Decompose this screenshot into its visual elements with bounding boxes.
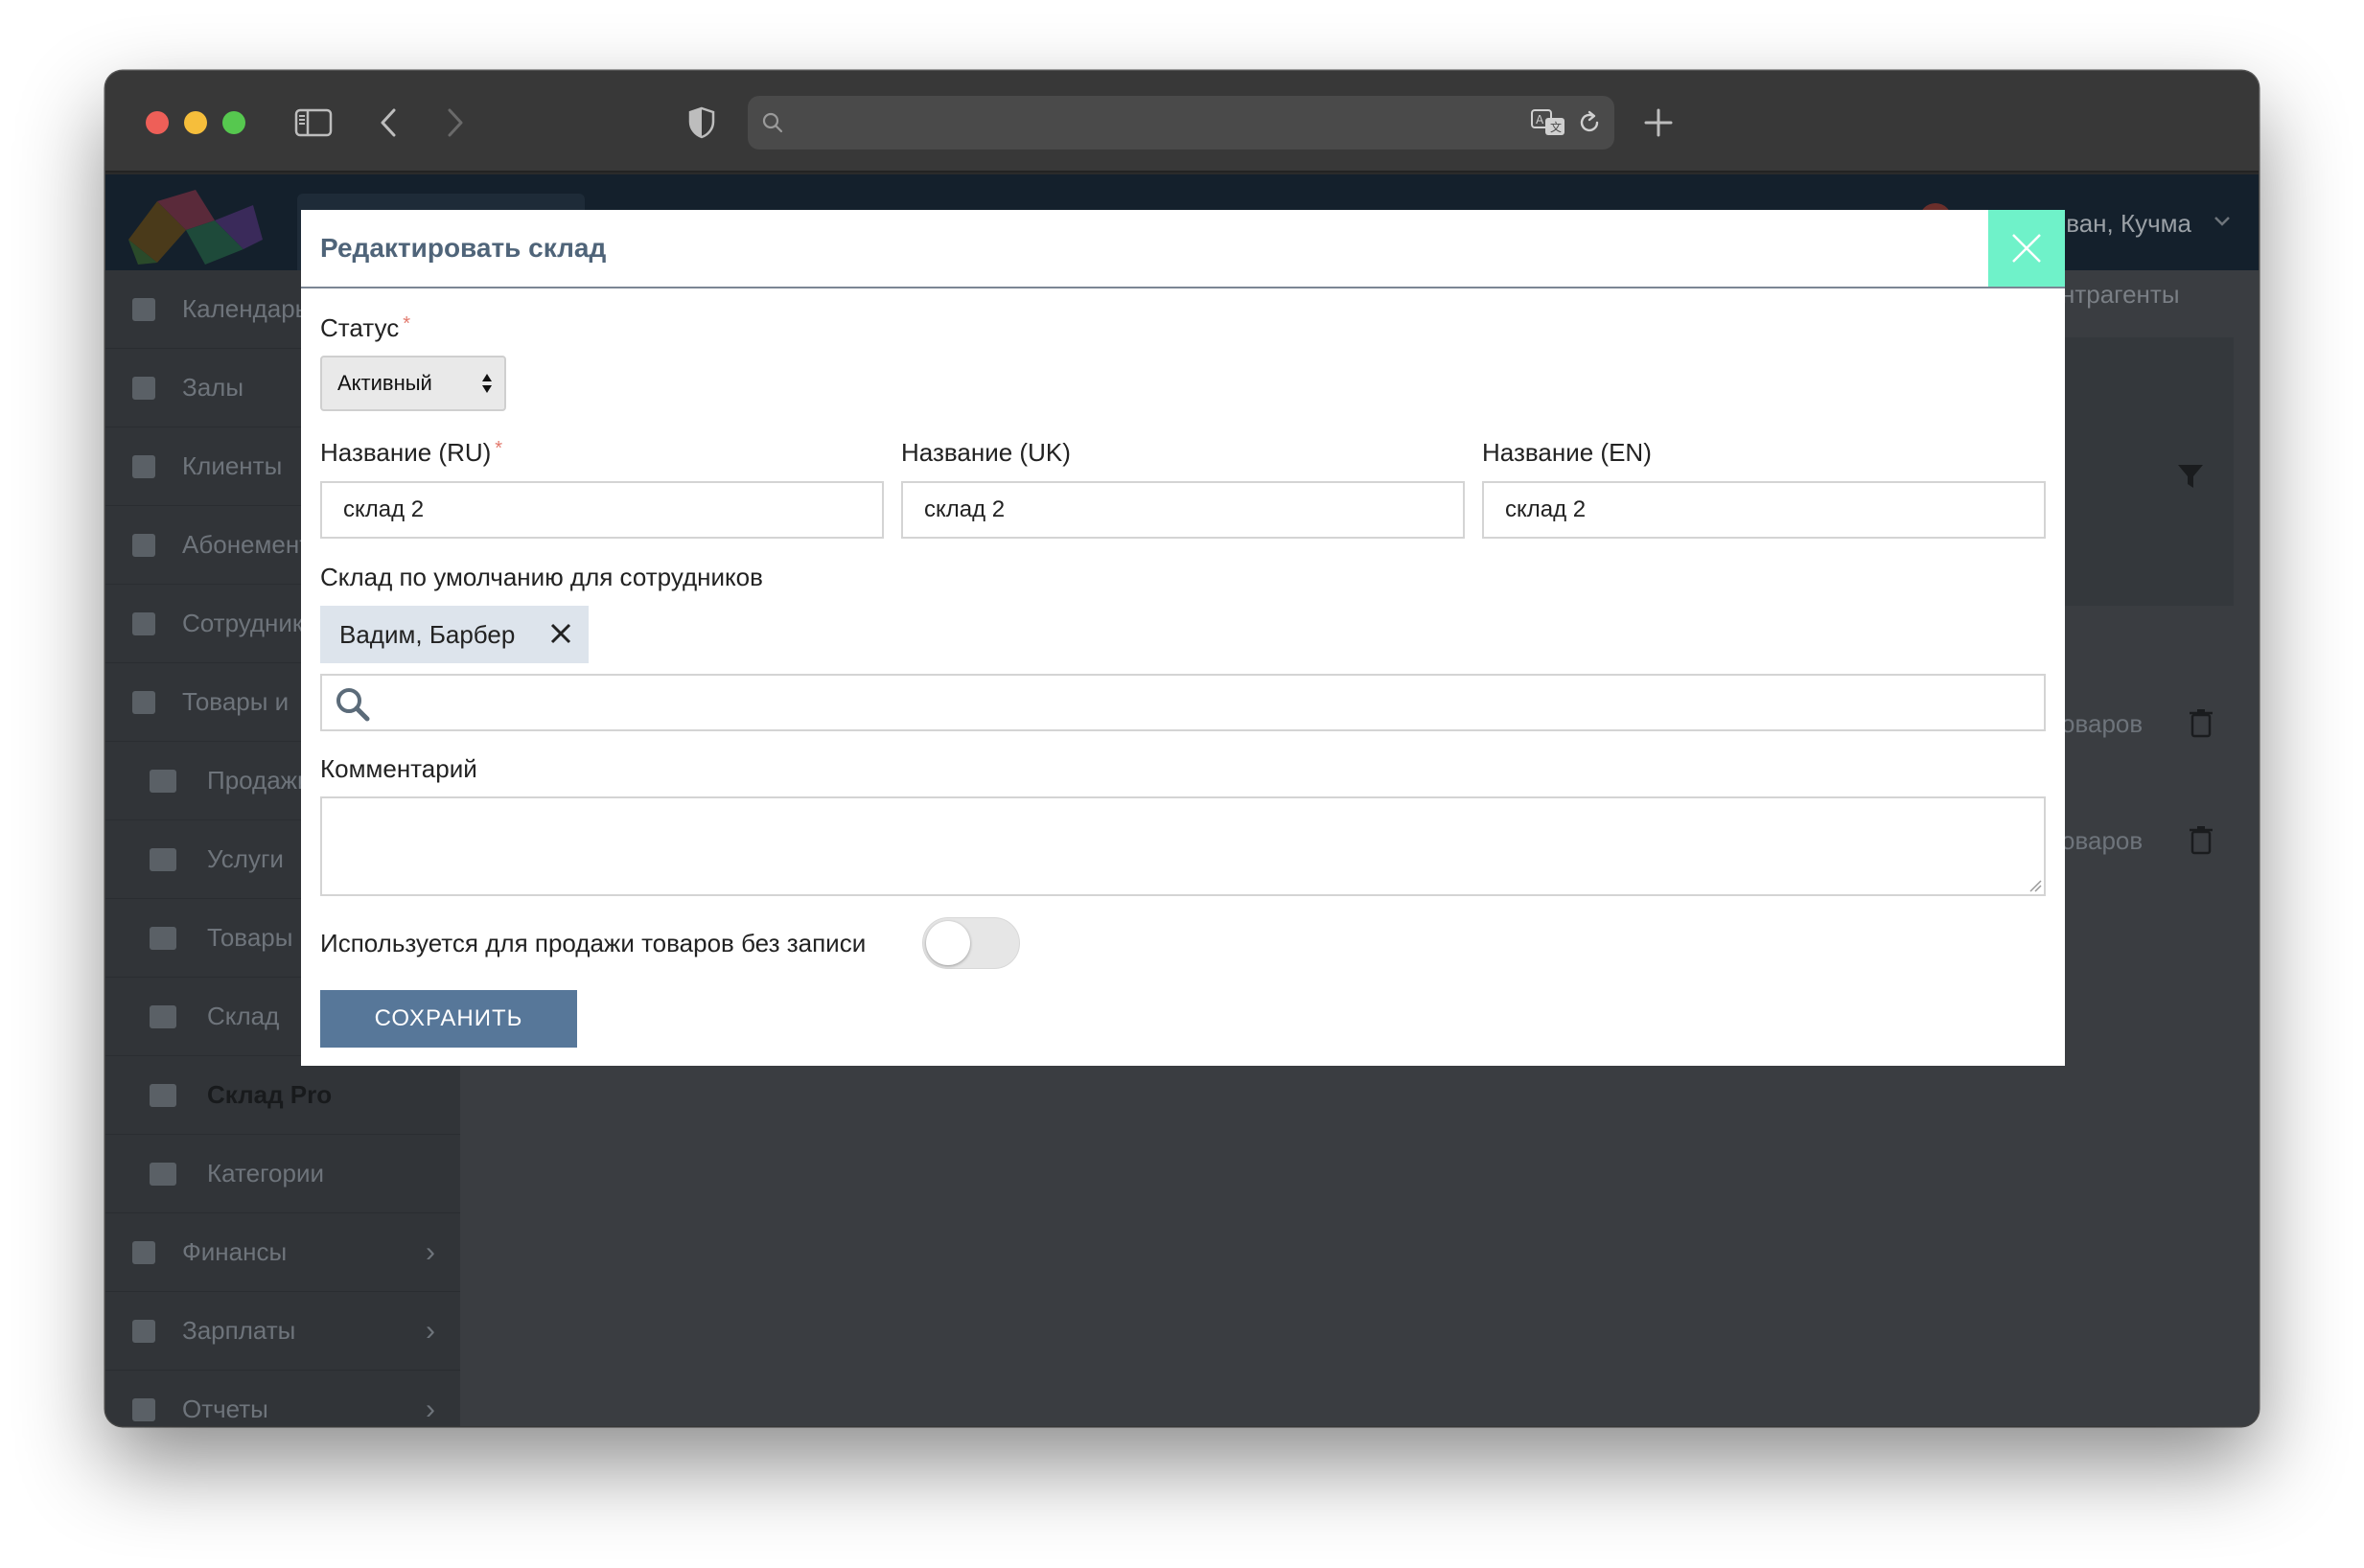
- staff-search-input[interactable]: [320, 674, 2046, 731]
- sidebar-item-label: Склад Pro: [207, 1080, 333, 1109]
- status-select[interactable]: Активный: [320, 356, 506, 411]
- chevron-down-icon[interactable]: [2211, 209, 2234, 232]
- svg-text:文: 文: [1550, 120, 1562, 134]
- close-window-button[interactable]: [146, 111, 169, 134]
- modal-title: Редактировать склад: [320, 233, 607, 263]
- sidebar-item-finance[interactable]: Финансы ›: [105, 1213, 460, 1292]
- required-mark: *: [495, 438, 503, 459]
- sidebar-item-label: Залы: [182, 373, 244, 402]
- bookmark-icon: [132, 376, 155, 400]
- chevron-right-icon: ›: [426, 1315, 435, 1347]
- scissors-icon: [150, 847, 176, 871]
- svg-text:A: A: [1536, 113, 1544, 127]
- trash-icon[interactable]: [2188, 707, 2214, 738]
- browser-toolbar: A文: [105, 71, 2259, 173]
- sidebar-item-label: Клиенты: [182, 451, 283, 480]
- translate-icon[interactable]: A文: [1530, 107, 1566, 138]
- sidebar-item-label: Товары и: [182, 687, 290, 716]
- forward-arrow-icon[interactable]: [441, 100, 470, 146]
- sidebar-item-label: Услуги: [207, 844, 284, 873]
- bar-chart-icon: [132, 1397, 155, 1421]
- money-icon: [132, 1240, 155, 1264]
- sidebar-item-label: Календарь: [182, 294, 309, 323]
- resize-grip-icon[interactable]: [2028, 879, 2042, 892]
- sidebar-icon[interactable]: [293, 100, 334, 146]
- remove-icon[interactable]: [548, 621, 573, 646]
- required-mark: *: [403, 313, 410, 334]
- sidebar-item-reports[interactable]: Отчеты ›: [105, 1371, 460, 1426]
- search-icon: [762, 112, 783, 133]
- logo[interactable]: [119, 182, 272, 266]
- main-tab-contractors[interactable]: нтрагенты: [2061, 280, 2180, 310]
- sidebar-item-categories[interactable]: Категории: [105, 1135, 460, 1213]
- sidebar-item-label: Категории: [207, 1159, 324, 1188]
- sidebar-item-label: Продажи: [207, 766, 312, 795]
- bank-icon: [150, 1004, 176, 1028]
- sidebar-item-label: Отчеты: [182, 1395, 268, 1423]
- name-uk-input[interactable]: склад 2: [901, 481, 1465, 539]
- row-text: оваров: [2061, 709, 2144, 738]
- sidebar-item-label: Сотрудники: [182, 609, 317, 637]
- plus-icon[interactable]: [1639, 100, 1678, 146]
- tag-icon: [150, 926, 176, 950]
- status-label: Статус *: [320, 313, 410, 342]
- status-value: Активный: [337, 371, 432, 395]
- select-arrows-icon: [482, 374, 492, 393]
- save-button[interactable]: СОХРАНИТЬ: [320, 990, 577, 1048]
- comment-label: Комментарий: [320, 754, 477, 783]
- chevron-right-icon: ›: [426, 1394, 435, 1425]
- no-booking-toggle[interactable]: [922, 917, 1020, 969]
- id-card-icon: [132, 611, 155, 635]
- search-icon: [336, 688, 370, 722]
- staff-chip-label: Вадим, Барбер: [339, 619, 516, 649]
- reload-icon[interactable]: [1576, 109, 1603, 136]
- name-ru-label: Название (RU) *: [320, 438, 503, 467]
- close-icon: [2012, 234, 2041, 263]
- sidebar-item-label: Товары: [207, 923, 293, 952]
- zoom-window-button[interactable]: [222, 111, 245, 134]
- toggle-knob: [926, 921, 970, 965]
- shield-icon[interactable]: [684, 100, 719, 146]
- no-booking-label: Используется для продажи товаров без зап…: [320, 929, 867, 957]
- grid-icon: [132, 1319, 155, 1343]
- calendar-icon: [132, 297, 155, 321]
- sidebar-item-label: Склад: [207, 1002, 280, 1030]
- card-icon: [132, 533, 155, 557]
- sidebar-item-salaries[interactable]: Зарплаты ›: [105, 1292, 460, 1371]
- close-button[interactable]: [1988, 210, 2065, 287]
- scales-icon: [150, 769, 176, 793]
- name-ru-input[interactable]: склад 2: [320, 481, 884, 539]
- edit-warehouse-modal: Редактировать склад Статус * Активный Наз…: [301, 210, 2065, 1066]
- row-text: оваров: [2061, 826, 2144, 855]
- tags-icon: [150, 1162, 176, 1186]
- sidebar-item-label: Зарплаты: [182, 1316, 296, 1345]
- card-icon: [132, 690, 155, 714]
- back-arrow-icon[interactable]: [374, 100, 403, 146]
- user-name[interactable]: ван, Кучма: [2066, 209, 2191, 239]
- sidebar-item-label: Финансы: [182, 1237, 288, 1266]
- default-staff-label: Склад по умолчанию для сотрудников: [320, 563, 763, 591]
- name-en-input[interactable]: склад 2: [1482, 481, 2046, 539]
- modal-header: Редактировать склад: [301, 210, 2065, 288]
- bank-icon: [150, 1083, 176, 1107]
- chevron-right-icon: ›: [426, 1236, 435, 1268]
- filter-icon[interactable]: [2176, 462, 2205, 491]
- name-en-label: Название (EN): [1482, 438, 1652, 467]
- minimize-window-button[interactable]: [184, 111, 207, 134]
- name-uk-label: Название (UK): [901, 438, 1071, 467]
- users-icon: [132, 454, 155, 478]
- sidebar-item-warehouse-pro[interactable]: Склад Pro: [105, 1056, 460, 1135]
- trash-icon[interactable]: [2188, 824, 2214, 855]
- comment-textarea[interactable]: [320, 796, 2046, 896]
- staff-chip: Вадим, Барбер: [320, 606, 589, 663]
- address-bar[interactable]: A文: [748, 96, 1614, 150]
